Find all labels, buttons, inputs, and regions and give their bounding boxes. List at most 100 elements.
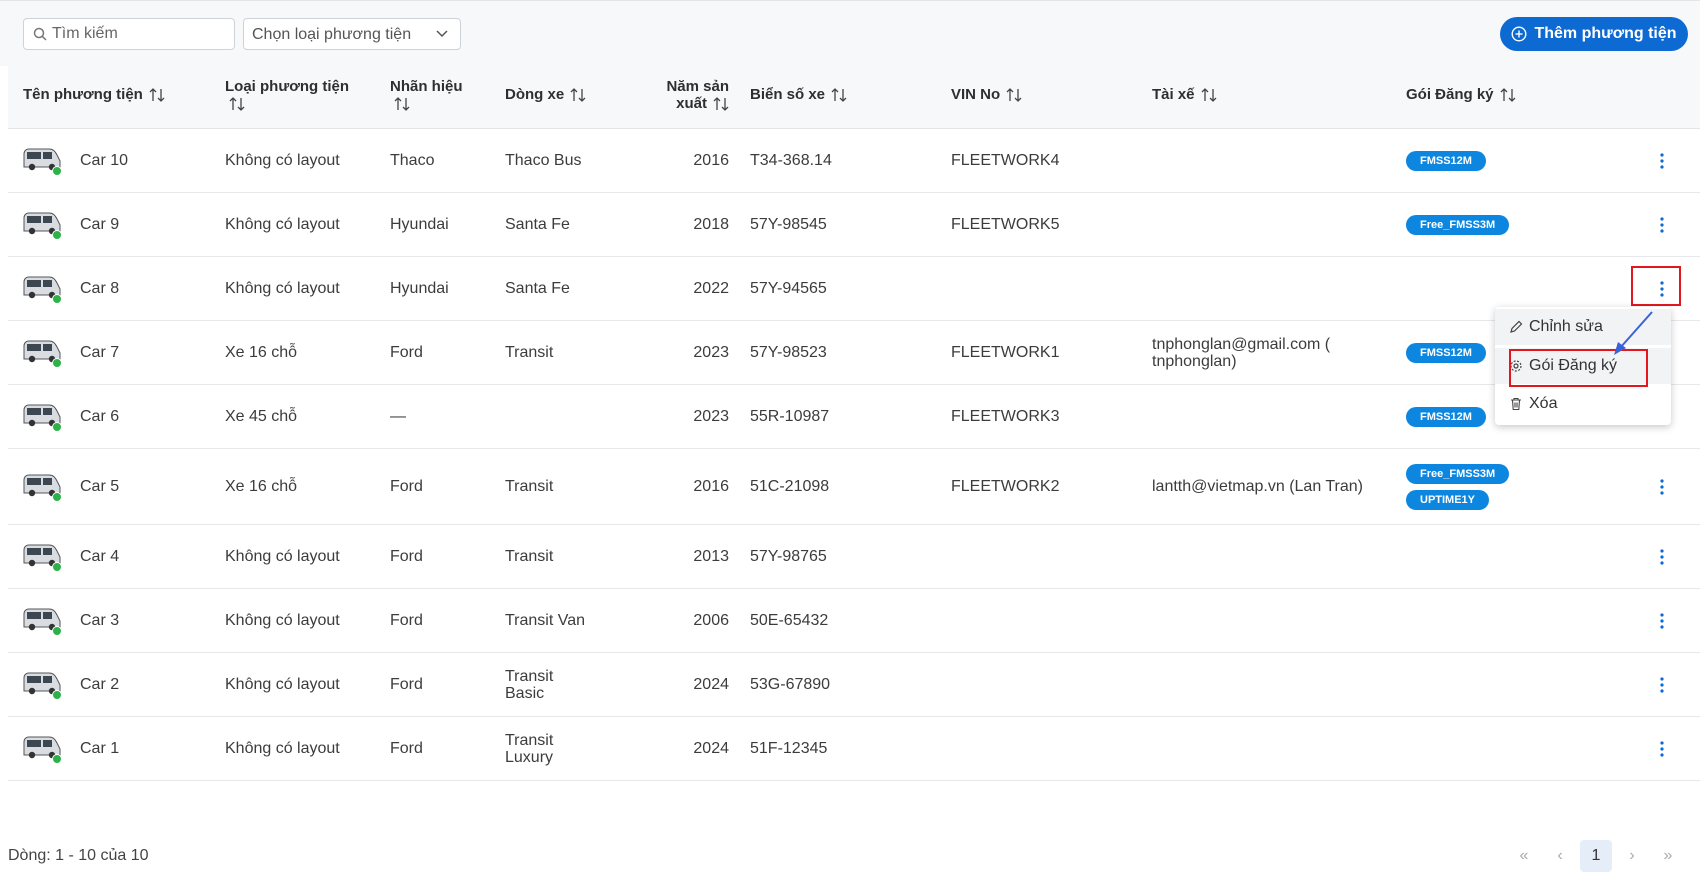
vehicle-name[interactable]: Car 3 [80, 612, 119, 629]
last-page-button[interactable]: » [1652, 840, 1684, 872]
sort-icon[interactable] [570, 88, 586, 102]
table-row[interactable]: Car 2 Không có layout Ford Transit Basic 2024… [8, 653, 1700, 717]
search-input[interactable] [52, 23, 228, 45]
vehicle-type: Không có layout [225, 280, 340, 297]
column-header-label: Biển số xe [750, 86, 826, 103]
more-actions-icon[interactable] [1654, 675, 1670, 695]
vehicle-type-select[interactable]: Chọn loại phương tiện [243, 18, 461, 50]
more-actions-icon[interactable] [1654, 547, 1670, 567]
vehicle-type: Không có layout [225, 548, 340, 565]
sort-icon[interactable] [229, 97, 245, 111]
online-status-dot [52, 166, 62, 176]
more-actions-icon[interactable] [1654, 151, 1670, 171]
vehicle-name[interactable]: Car 4 [80, 548, 119, 565]
package-badge: FMSS12M [1406, 343, 1486, 363]
table-header: Tên phương tiện Loại phương tiện Nhãn hi… [8, 66, 1700, 129]
manufacture-year: 2022 [693, 280, 729, 297]
sort-icon[interactable] [713, 97, 729, 111]
manufacture-year: 2024 [693, 740, 729, 757]
table-row[interactable]: Car 7 Xe 16 chỗ Ford Transit 2023 57Y-98523 FL… [8, 321, 1700, 385]
sort-icon[interactable] [1500, 88, 1516, 102]
online-status-dot [52, 294, 62, 304]
sort-icon[interactable] [1201, 88, 1217, 102]
sort-icon[interactable] [394, 97, 410, 111]
table-row[interactable]: Car 4 Không có layout Ford Transit 2013 57Y-9… [8, 525, 1700, 589]
license-plate: 51C-21098 [750, 478, 830, 495]
column-header-name[interactable]: Tên phương tiện [23, 86, 165, 103]
vehicle-name[interactable]: Car 6 [80, 408, 119, 425]
vehicle-brand: Ford [390, 548, 423, 565]
sort-icon[interactable] [149, 88, 165, 102]
vehicle-model: Transit [505, 668, 554, 685]
sort-icon[interactable] [831, 88, 847, 102]
license-plate: T34-368.14 [750, 152, 832, 169]
vehicle-name[interactable]: Car 1 [80, 740, 119, 757]
license-plate: 53G-67890 [750, 676, 831, 693]
vehicle-brand: Ford [390, 676, 423, 693]
trash-icon [1511, 397, 1521, 411]
more-actions-icon[interactable] [1654, 215, 1670, 235]
vehicle-brand: Hyundai [390, 280, 449, 297]
column-header-label: VIN No [951, 86, 1001, 103]
column-header-package[interactable]: Gói Đăng ký [1406, 86, 1516, 103]
sort-icon[interactable] [1006, 88, 1022, 102]
manufacture-year: 2023 [693, 344, 729, 361]
vehicle-brand: Ford [390, 612, 423, 629]
chevron-down-icon [436, 30, 448, 38]
column-header-label: Năm sản [666, 78, 729, 95]
package-badge: UPTIME1Y [1406, 490, 1490, 510]
vehicle-name[interactable]: Car 10 [80, 152, 128, 169]
menu-item-delete[interactable]: Xóa [1495, 386, 1671, 422]
table-row[interactable]: Car 9 Không có layout Hyundai Santa Fe 2018 5… [8, 193, 1700, 257]
vehicle-name[interactable]: Car 8 [80, 280, 119, 297]
table-row[interactable]: Car 1 Không có layout Ford Transit Luxury 202… [8, 717, 1700, 781]
vehicle-type-select-value: Chọn loại phương tiện [252, 26, 412, 43]
license-plate: 50E-65432 [750, 612, 829, 629]
manufacture-year: 2016 [693, 152, 729, 169]
online-status-dot [52, 492, 62, 502]
package-badge: Free_FMSS3M [1406, 464, 1510, 484]
search-box[interactable] [23, 18, 235, 50]
table-row[interactable]: Car 10 Không có layout Thaco Thaco Bus 2016 T… [8, 129, 1700, 193]
vehicle-name[interactable]: Car 9 [80, 216, 119, 233]
first-page-button[interactable]: « [1508, 840, 1540, 872]
vehicle-name[interactable]: Car 2 [80, 676, 119, 693]
table-row[interactable]: Car 8 Không có layout Hyundai Santa Fe 2022 5… [8, 257, 1700, 321]
add-vehicle-button[interactable]: Thêm phương tiện [1500, 17, 1688, 51]
column-header-brand[interactable]: Nhãn hiệu [390, 78, 463, 112]
more-actions-icon[interactable] [1654, 611, 1670, 631]
vehicle-name[interactable]: Car 5 [80, 478, 119, 495]
table-row[interactable]: Car 3 Không có layout Ford Transit Van 2006 5… [8, 589, 1700, 653]
vehicle-model: Transit Van [505, 612, 586, 629]
manufacture-year: 2006 [693, 612, 729, 629]
column-header-year[interactable]: Năm sản xuất [648, 78, 729, 112]
more-actions-icon[interactable] [1654, 739, 1670, 759]
table-row[interactable]: Car 6 Xe 45 chỗ — 2023 55R-10987 FLEETWORK3 FM… [8, 385, 1700, 449]
column-header-label: Dòng xe [505, 86, 565, 103]
license-plate: 57Y-98523 [750, 344, 827, 361]
vehicle-model: Transit [505, 344, 554, 361]
rows-info: Dòng: 1 - 10 của 10 [8, 847, 149, 864]
more-actions-icon[interactable] [1654, 477, 1670, 497]
vehicle-model: Santa Fe [505, 280, 570, 297]
prev-page-button[interactable]: ‹ [1544, 840, 1576, 872]
next-page-button[interactable]: › [1616, 840, 1648, 872]
online-status-dot [52, 626, 62, 636]
column-header-label: Nhãn hiệu [390, 78, 463, 95]
column-header-label: Tên phương tiện [23, 86, 143, 103]
vehicle-name[interactable]: Car 7 [80, 344, 119, 361]
page-button-current[interactable]: 1 [1580, 840, 1612, 872]
column-header-plate[interactable]: Biển số xe [750, 86, 847, 103]
vehicle-model: Transit [505, 732, 554, 749]
menu-item-edit-label: Chỉnh sửa [1529, 318, 1603, 335]
license-plate: 57Y-94565 [750, 280, 827, 297]
column-header-model[interactable]: Dòng xe [505, 86, 586, 103]
column-header-type[interactable]: Loại phương tiện [225, 78, 349, 112]
online-status-dot [52, 422, 62, 432]
manufacture-year: 2023 [693, 408, 729, 425]
table-row[interactable]: Car 5 Xe 16 chỗ Ford Transit 2016 51C-21098 FL… [8, 449, 1700, 525]
vehicle-type: Không có layout [225, 676, 340, 693]
column-header-driver[interactable]: Tài xế [1152, 86, 1217, 103]
column-header-vin[interactable]: VIN No [951, 86, 1022, 103]
package-badge: FMSS12M [1406, 407, 1486, 427]
